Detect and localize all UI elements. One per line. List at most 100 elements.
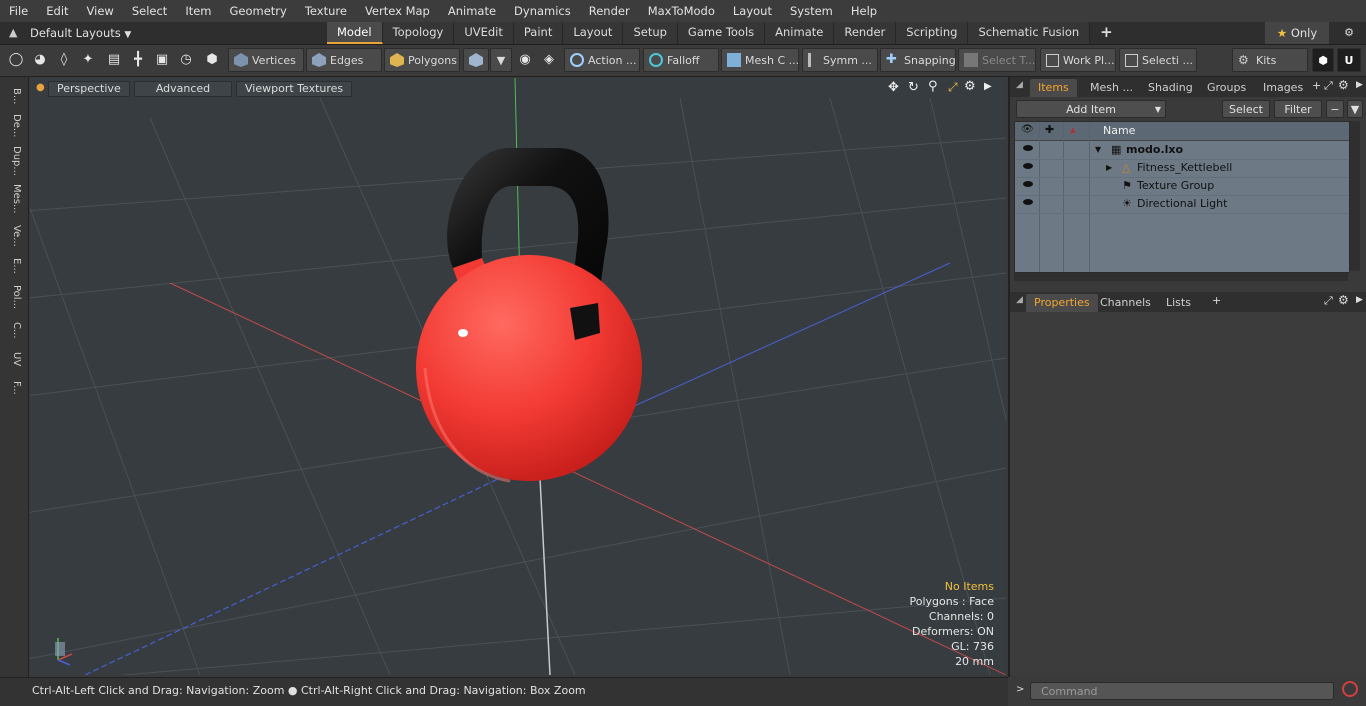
menu-layout[interactable]: Layout [724, 0, 781, 22]
tree-row-texture-group[interactable]: ⚑ Texture Group [1015, 177, 1349, 196]
action-button[interactable]: Action ... [564, 48, 640, 72]
menu-system[interactable]: System [781, 0, 842, 22]
strip-tab-mesh-edit[interactable]: Mes... [6, 181, 22, 217]
snapping-button[interactable]: ✚ Snapping [880, 48, 956, 72]
unreal-icon[interactable]: U [1337, 48, 1361, 72]
only-button[interactable]: ★ Only [1265, 22, 1329, 44]
menu-edit[interactable]: Edit [37, 0, 77, 22]
expand-triangle-icon[interactable]: ▼ [1095, 141, 1101, 159]
maximize-icon[interactable]: ⤢ [1324, 294, 1333, 308]
select-through-button[interactable]: Select T... [958, 48, 1036, 72]
add-tab-button[interactable]: + [1090, 22, 1123, 44]
tab-schematic-fusion[interactable]: Schematic Fusion [968, 22, 1091, 44]
strip-tab-polygon[interactable]: Pol... [6, 282, 22, 312]
strip-tab-basic[interactable]: B... [6, 83, 22, 109]
menu-view[interactable]: View [78, 0, 123, 22]
menu-file[interactable]: File [0, 0, 37, 22]
strip-tab-uv[interactable]: UV [6, 348, 22, 370]
mesh-constraint-button[interactable]: Mesh C ... [721, 48, 799, 72]
tab-scripting[interactable]: Scripting [896, 22, 969, 44]
eye-icon[interactable]: 👁 [1021, 124, 1034, 135]
gear-icon[interactable]: ⚙ [964, 79, 976, 94]
menu-help[interactable]: Help [842, 0, 886, 22]
tree-row-light[interactable]: ☀ Directional Light [1015, 195, 1349, 214]
tab-model[interactable]: Model [327, 22, 383, 44]
zoom-icon[interactable]: ⚲ [928, 79, 938, 94]
kits-button[interactable]: ⚙ Kits [1232, 48, 1308, 72]
tab-render[interactable]: Render [834, 22, 897, 44]
perspective-button[interactable]: Perspective [48, 81, 130, 97]
menu-geometry[interactable]: Geometry [221, 0, 296, 22]
box-icon[interactable]: ▣ [152, 50, 172, 70]
work-plane-button[interactable]: Work Pl... [1040, 48, 1116, 72]
add-tab-icon[interactable]: + [1312, 79, 1321, 92]
tree-vscrollbar[interactable] [1350, 121, 1360, 271]
vertices-button[interactable]: Vertices [228, 48, 304, 72]
tab-lists[interactable]: Lists [1158, 294, 1199, 312]
expand-triangle-icon[interactable]: ▶ [1106, 159, 1112, 177]
menu-select[interactable]: Select [123, 0, 176, 22]
strip-tab-fusion[interactable]: F... [6, 374, 22, 402]
tab-images[interactable]: Images [1255, 79, 1311, 97]
add-item-button[interactable]: Add Item ▼ [1016, 100, 1166, 118]
symmetry-button[interactable]: Symm ... [802, 48, 878, 72]
layout-expand-icon[interactable]: ▲ [9, 26, 17, 39]
pen-icon[interactable]: ◊ [54, 50, 74, 70]
visibility-eye-icon[interactable] [1023, 145, 1033, 151]
tab-mesh[interactable]: Mesh ... [1082, 79, 1141, 97]
command-input[interactable]: Command [1030, 682, 1334, 700]
lock-icon[interactable]: ✚ [1045, 123, 1054, 136]
menu-item[interactable]: Item [176, 0, 220, 22]
panel-menu-icon[interactable]: ◢ [1016, 295, 1023, 305]
strip-tab-duplicate[interactable]: Dup... [6, 144, 22, 178]
visibility-eye-icon[interactable] [1023, 199, 1033, 205]
tab-properties[interactable]: Properties [1026, 294, 1098, 312]
cube-icon[interactable]: ⬢ [1312, 48, 1334, 72]
chevron-right-icon[interactable]: ▶ [1356, 80, 1363, 90]
visibility-eye-icon[interactable] [1023, 181, 1033, 187]
polygons-button[interactable]: Polygons [384, 48, 460, 72]
selection-sets-button[interactable]: Selecti ... [1119, 48, 1197, 72]
falloff-button[interactable]: Falloff [643, 48, 719, 72]
align-icon[interactable]: ▤ [104, 50, 124, 70]
kettlebell-model[interactable] [416, 148, 642, 483]
center-icon[interactable]: ╋ [128, 50, 148, 70]
strip-tab-curve[interactable]: C... [6, 317, 22, 343]
record-icon[interactable] [1342, 681, 1358, 697]
center-mode-icon[interactable]: ◈ [539, 50, 559, 70]
filter-button[interactable]: Filter [1274, 100, 1322, 118]
tree-hscrollbar[interactable] [1014, 273, 1348, 281]
add-tab-icon[interactable]: + [1212, 294, 1221, 307]
select-button[interactable]: Select [1222, 100, 1270, 118]
menu-maxtomodo[interactable]: MaxToModo [639, 0, 724, 22]
pivot-icon[interactable]: ◉ [515, 50, 535, 70]
panel-menu-icon[interactable]: ◢ [1016, 80, 1023, 90]
item-mode-icon[interactable]: ⬢ [202, 50, 222, 70]
funnel-icon[interactable]: ▼ [1347, 100, 1363, 118]
menu-texture[interactable]: Texture [296, 0, 356, 22]
layouts-dropdown[interactable]: Default Layouts ▼ [30, 22, 131, 44]
tree-row-scene[interactable]: ▼ ▦ modo.lxo [1015, 141, 1349, 160]
chevron-right-icon[interactable]: ▶ [984, 81, 992, 92]
chevron-right-icon[interactable]: > [1016, 684, 1024, 695]
globe-icon[interactable]: ◕ [30, 50, 50, 70]
3d-viewport[interactable]: ● Perspective Advanced Viewport Textures… [30, 78, 1006, 675]
menu-dynamics[interactable]: Dynamics [505, 0, 580, 22]
rotate-icon[interactable]: ↻ [908, 80, 919, 95]
visibility-eye-icon[interactable] [1023, 163, 1033, 169]
collapse-icon[interactable]: − [1326, 100, 1344, 118]
tab-items[interactable]: Items [1030, 79, 1077, 97]
tab-topology[interactable]: Topology [382, 22, 455, 44]
tab-groups[interactable]: Groups [1199, 79, 1254, 97]
tab-paint[interactable]: Paint [513, 22, 564, 44]
menu-render[interactable]: Render [580, 0, 639, 22]
strip-tab-edge[interactable]: E... [6, 255, 22, 277]
advanced-button[interactable]: Advanced [134, 81, 232, 97]
viewport-textures-button[interactable]: Viewport Textures [236, 81, 353, 97]
tab-animate[interactable]: Animate [765, 22, 835, 44]
axis-icon[interactable]: ▴ [1070, 123, 1076, 136]
strip-tab-vertex[interactable]: Ve... [6, 222, 22, 250]
chevron-right-icon[interactable]: ▶ [1356, 295, 1363, 305]
name-column-header[interactable]: Name [1103, 124, 1135, 137]
tab-layout[interactable]: Layout [563, 22, 624, 44]
